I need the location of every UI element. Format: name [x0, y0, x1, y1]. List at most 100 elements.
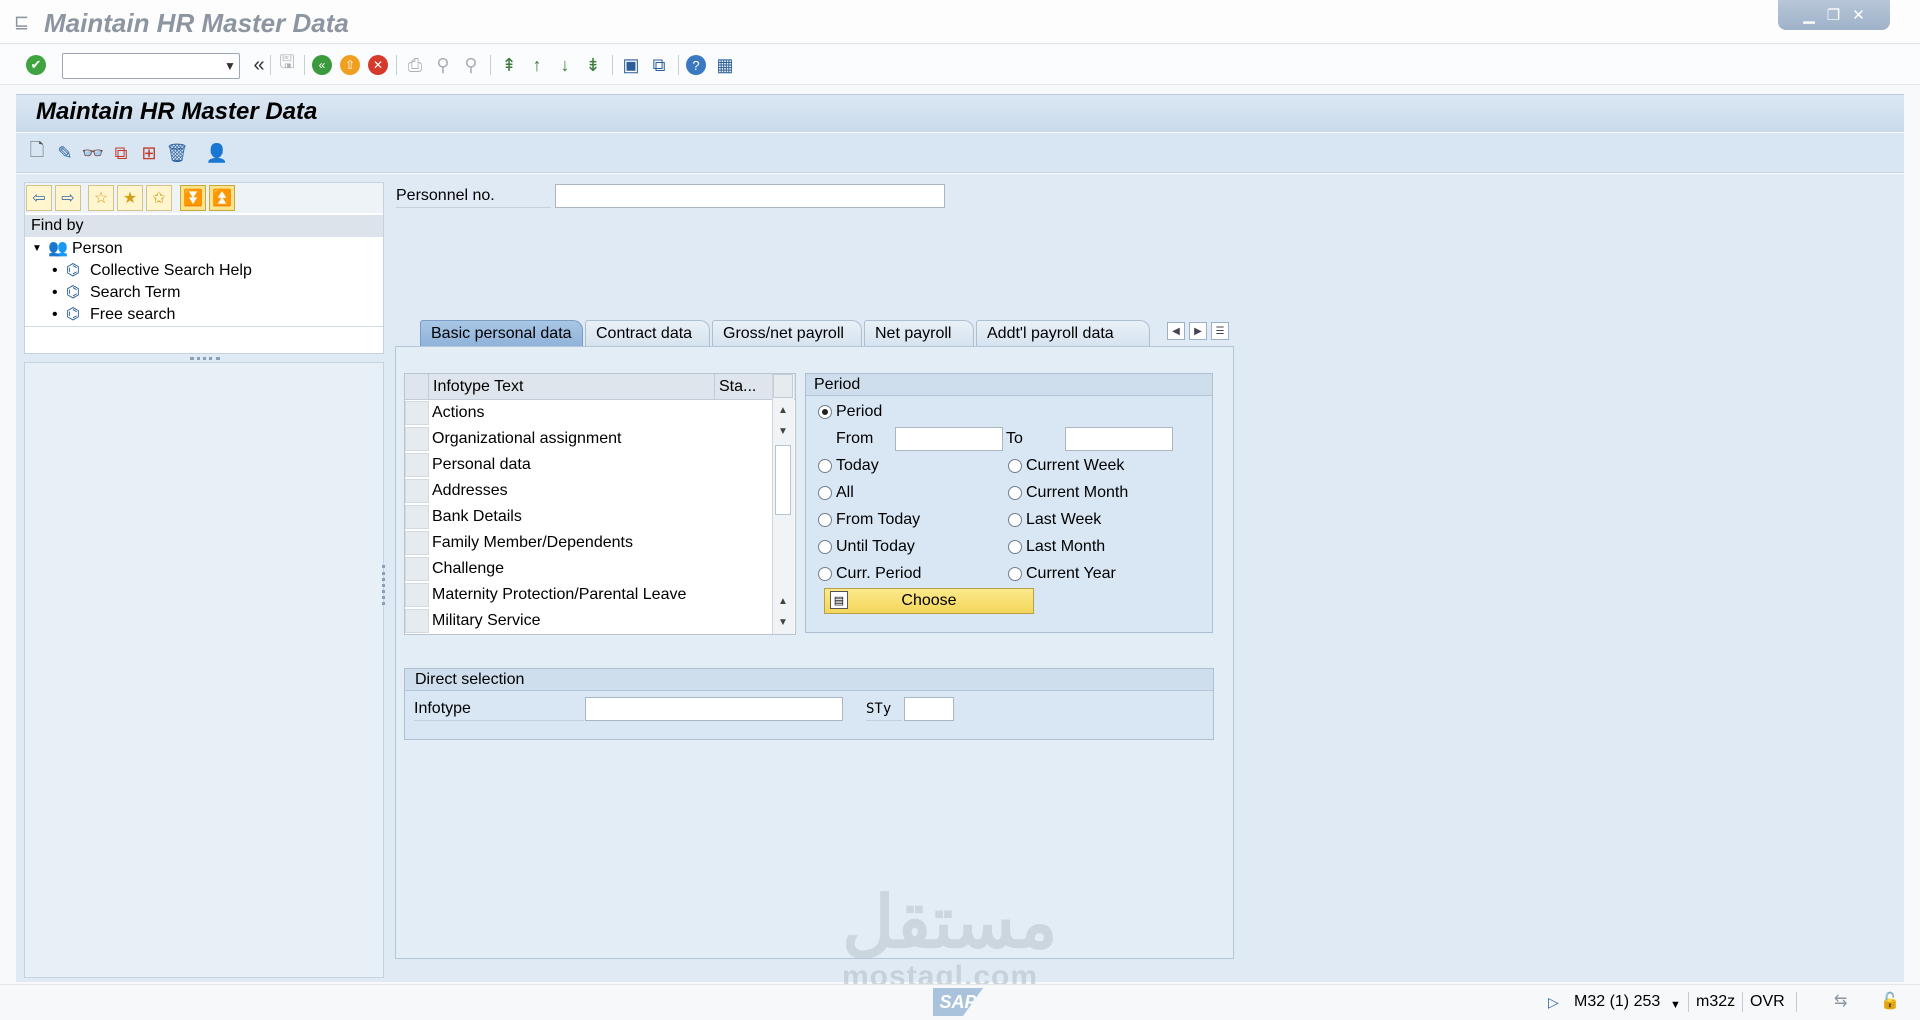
row-selector[interactable] [405, 609, 429, 633]
personnel-number-input[interactable] [555, 184, 945, 208]
display-icon[interactable]: 👓 [82, 142, 104, 164]
status-expand-icon[interactable]: ▷ [1548, 992, 1559, 1012]
back-arrow-icon[interactable]: ⇦ [26, 185, 52, 211]
overview-icon[interactable]: 👤 [206, 142, 228, 164]
from-date-input[interactable] [895, 427, 1003, 451]
radio-current-week[interactable] [1008, 459, 1022, 473]
infotype-input[interactable] [585, 697, 843, 721]
menu-icon[interactable]: ⊑ [14, 12, 29, 33]
add-favorite-icon[interactable]: ★ [117, 185, 143, 211]
radio-last-month[interactable] [1008, 540, 1022, 554]
command-field[interactable] [62, 53, 240, 79]
tab-gross-net-payroll[interactable]: Gross/net payroll [712, 320, 862, 346]
forward-arrow-icon[interactable]: ⇨ [55, 185, 81, 211]
chevron-down-icon[interactable]: ▼ [220, 53, 240, 79]
last-page-icon[interactable]: ⇟ [582, 54, 604, 76]
help-icon[interactable]: ? [686, 55, 706, 75]
minimize-icon[interactable]: ▁ [1803, 6, 1815, 24]
tree-node-free-search[interactable]: Free search [90, 304, 175, 326]
table-row[interactable]: Personal data [432, 452, 531, 478]
row-selector[interactable] [405, 557, 429, 581]
radio-curr-period[interactable] [818, 567, 832, 581]
enter-check-icon[interactable]: ✔ [26, 55, 46, 75]
table-row[interactable]: Actions [432, 400, 484, 426]
table-row[interactable]: Family Member/Dependents [432, 530, 633, 556]
session-info[interactable]: M32 (1) 253 [1574, 992, 1660, 1012]
lock-icon[interactable]: 🔓 [1880, 992, 1900, 1012]
collapse-icon[interactable]: « [248, 54, 270, 76]
save-icon[interactable]: 🖫 [276, 52, 298, 76]
column-status[interactable]: Sta... [719, 374, 769, 400]
radio-current-year[interactable] [1008, 567, 1022, 581]
table-row[interactable]: Organizational assignment [432, 426, 621, 452]
scroll-thumb[interactable] [775, 445, 791, 515]
row-selector[interactable] [405, 427, 429, 451]
find-icon[interactable]: ⚲ [432, 54, 454, 76]
first-page-icon[interactable]: ⇞ [498, 54, 520, 76]
row-selector[interactable] [405, 583, 429, 607]
collapse-all-icon[interactable]: ⏫ [209, 185, 235, 211]
tab-list-icon[interactable]: ☰ [1211, 322, 1229, 340]
splitter-handle[interactable] [190, 357, 220, 360]
table-row[interactable]: Bank Details [432, 504, 522, 530]
customize-layout-icon[interactable]: ▦ [714, 54, 736, 76]
delete-icon[interactable]: 🗑 [166, 142, 189, 164]
table-row[interactable]: Military Service [432, 608, 540, 634]
table-row[interactable]: Challenge [432, 556, 504, 582]
find-next-icon[interactable]: ⚲ [460, 54, 482, 76]
copy-icon[interactable]: ⧉ [110, 142, 132, 164]
radio-all[interactable] [818, 486, 832, 500]
expand-all-icon[interactable]: ⏬ [180, 185, 206, 211]
favorites-icon[interactable]: ☆ [88, 185, 114, 211]
change-icon[interactable]: ✎ [54, 142, 76, 164]
new-session-icon[interactable]: ▣ [620, 54, 642, 76]
radio-current-month[interactable] [1008, 486, 1022, 500]
shortcut-icon[interactable]: ⧉ [648, 54, 670, 76]
choose-button[interactable]: Choose [824, 588, 1034, 614]
table-settings-icon[interactable] [773, 374, 793, 398]
column-infotype-text[interactable]: Infotype Text [433, 374, 715, 400]
subtype-input[interactable] [904, 697, 954, 721]
create-icon[interactable]: 🗋 [26, 140, 48, 164]
tree-node-person[interactable]: Person [72, 238, 123, 260]
row-selector[interactable] [405, 505, 429, 529]
radio-period[interactable] [818, 405, 832, 419]
scroll-up-icon[interactable]: ▼ [776, 424, 790, 438]
tree-node-search-term[interactable]: Search Term [90, 282, 180, 304]
maximize-icon[interactable]: ❐ [1827, 6, 1840, 24]
select-all-cell[interactable] [405, 374, 429, 400]
tab-contract-data[interactable]: Contract data [585, 320, 710, 346]
print-icon[interactable]: ⎙ [404, 54, 426, 76]
back-icon[interactable]: « [312, 55, 332, 75]
tab-net-payroll[interactable]: Net payroll [864, 320, 974, 346]
scroll-top-icon[interactable]: ▲ [776, 403, 790, 417]
chevron-down-icon[interactable]: ▼ [1670, 995, 1681, 1015]
delimit-icon[interactable]: ⊞ [138, 142, 160, 164]
expand-icon[interactable]: ▼ [32, 238, 42, 260]
tree-node-collective-search[interactable]: Collective Search Help [90, 260, 252, 282]
table-row[interactable]: Maternity Protection/Parental Leave [432, 582, 686, 608]
radio-today[interactable] [818, 459, 832, 473]
row-selector[interactable] [405, 453, 429, 477]
edit-favorites-icon[interactable]: ✩ [146, 185, 172, 211]
row-selector[interactable] [405, 531, 429, 555]
previous-page-icon[interactable]: ↑ [526, 54, 548, 76]
insert-mode[interactable]: OVR [1750, 992, 1785, 1012]
cancel-icon[interactable]: ✕ [368, 55, 388, 75]
exit-icon[interactable]: ⇧ [340, 55, 360, 75]
next-page-icon[interactable]: ↓ [554, 54, 576, 76]
radio-last-week[interactable] [1008, 513, 1022, 527]
to-date-input[interactable] [1065, 427, 1173, 451]
scroll-bottom-icon[interactable]: ▼ [776, 615, 790, 629]
row-selector[interactable] [405, 479, 429, 503]
radio-from-today[interactable] [818, 513, 832, 527]
tab-scroll-left-icon[interactable]: ◀ [1167, 322, 1185, 340]
tab-addtl-payroll-data[interactable]: Addt'l payroll data [976, 320, 1150, 346]
vertical-splitter-handle[interactable] [382, 565, 388, 605]
tab-scroll-right-icon[interactable]: ▶ [1189, 322, 1207, 340]
close-icon[interactable]: ✕ [1852, 6, 1865, 24]
table-row[interactable]: Addresses [432, 478, 508, 504]
row-selector[interactable] [405, 401, 429, 425]
radio-until-today[interactable] [818, 540, 832, 554]
tab-basic-personal-data[interactable]: Basic personal data [420, 320, 583, 346]
